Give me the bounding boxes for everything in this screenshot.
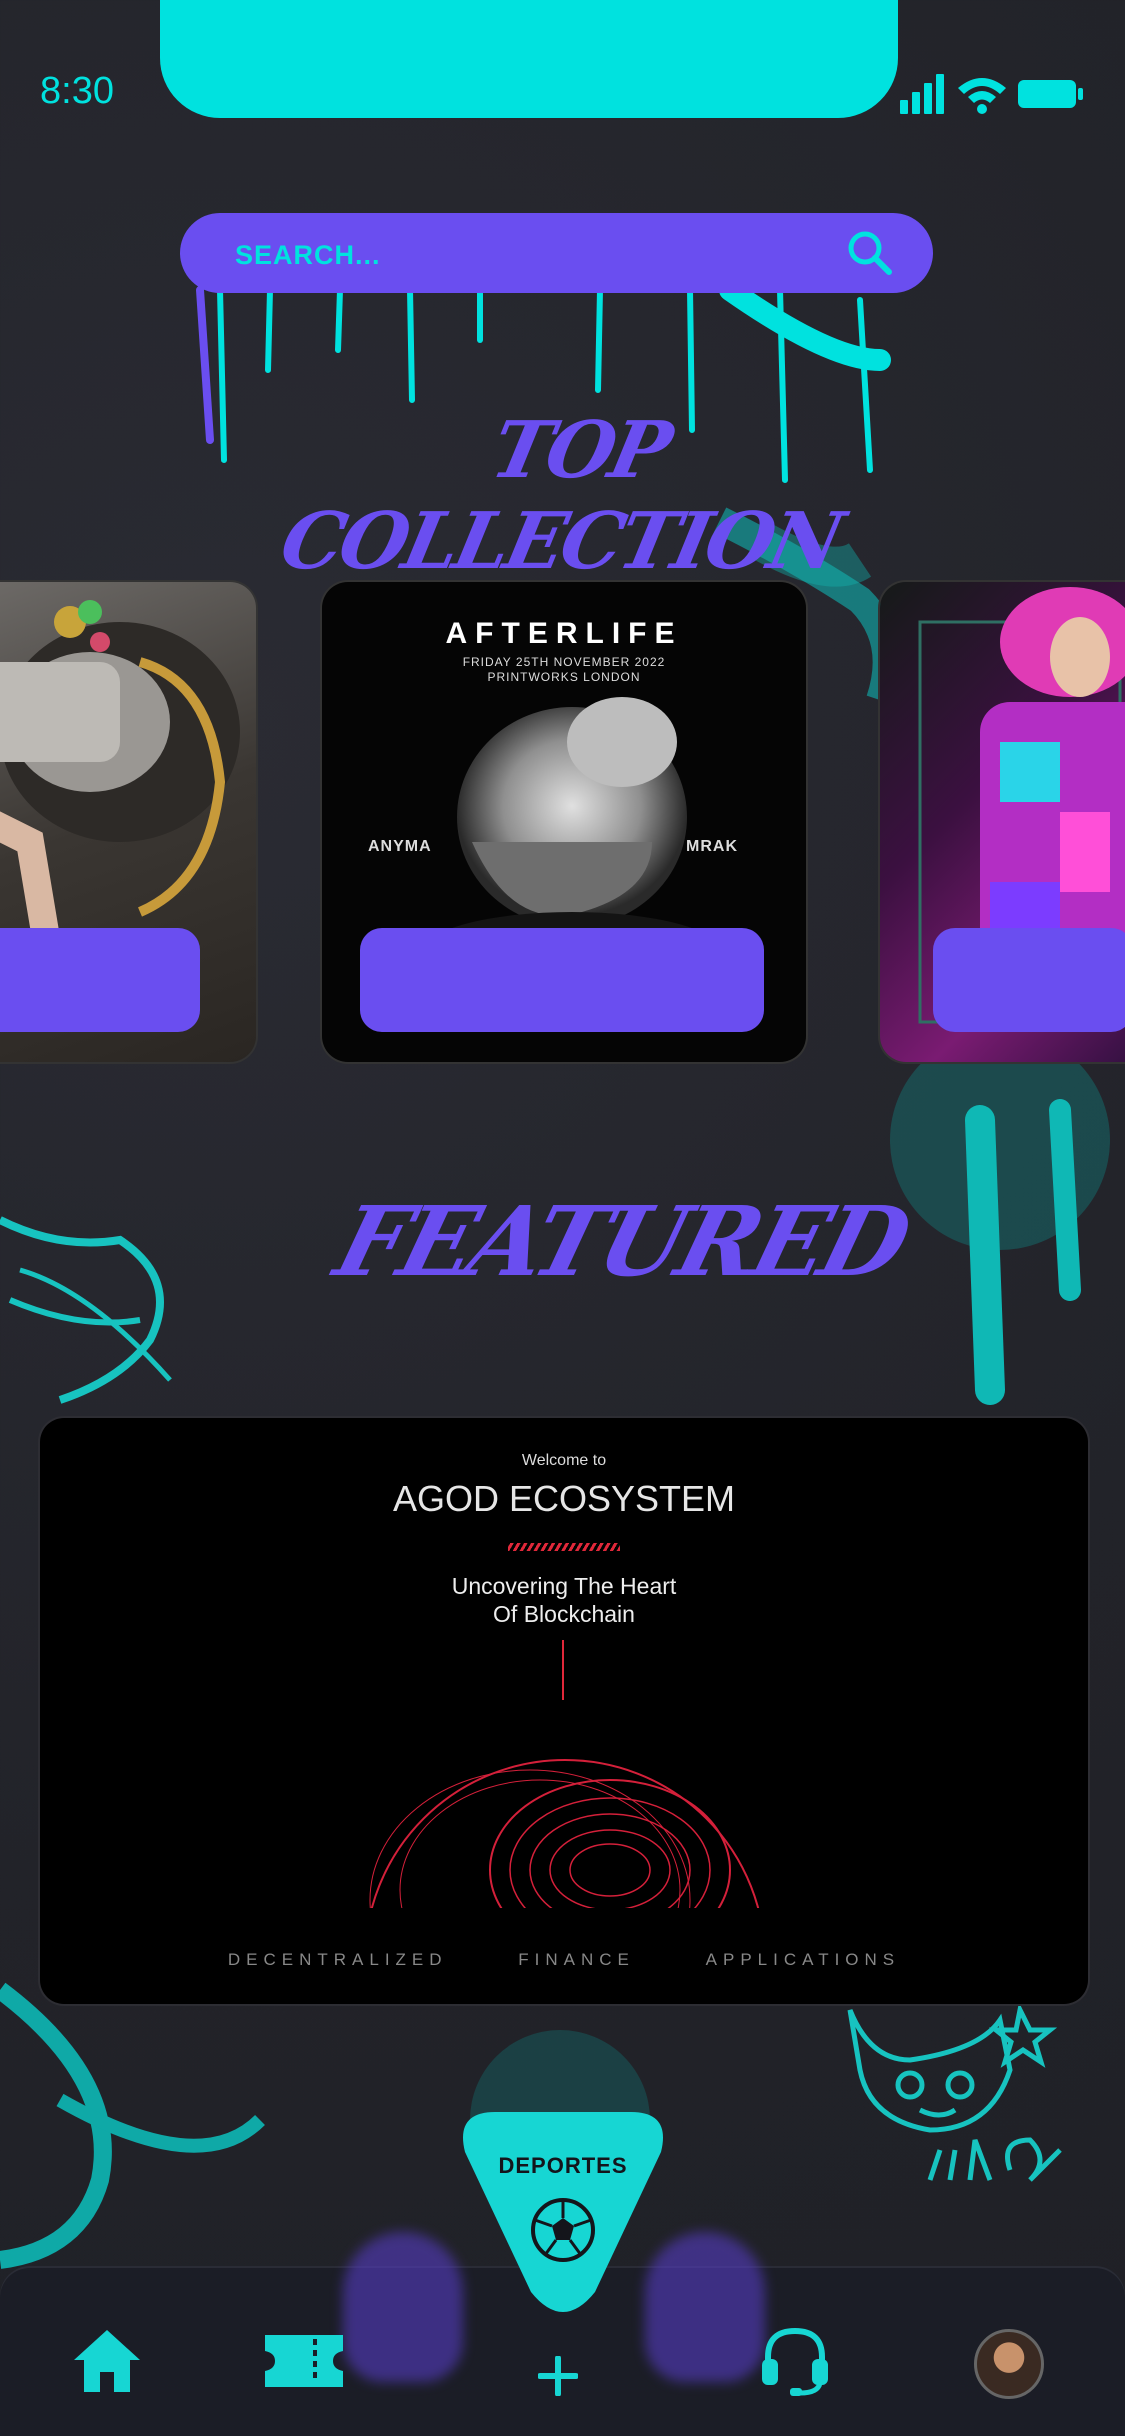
afterlife-artist-right: MRAK bbox=[686, 838, 738, 855]
banner-tagline: Uncovering The Heart Of Blockchain bbox=[451, 1573, 677, 1627]
banner-welcome: Welcome to bbox=[521, 1452, 607, 1469]
section-title-featured: FEATURED bbox=[324, 1185, 918, 1298]
home-icon[interactable] bbox=[72, 2328, 142, 2394]
search-icon[interactable] bbox=[845, 228, 895, 278]
banner-title: AGOD ECOSYSTEM bbox=[392, 1478, 736, 1519]
afterlife-subtitle: FRIDAY 25TH NOVEMBER 2022 PRINTWORKS LON… bbox=[462, 655, 666, 684]
status-icons bbox=[900, 74, 1083, 114]
banner-keywords: DECENTRALIZED FINANCE APPLICATIONS bbox=[40, 1950, 1088, 1970]
collection-card-center-button[interactable] bbox=[360, 928, 764, 1032]
deportes-label: DEPORTES bbox=[498, 2153, 628, 2178]
banner-keyword: DECENTRALIZED bbox=[227, 1950, 448, 1969]
deportes-fab[interactable] bbox=[455, 2112, 671, 2312]
search-placeholder: SEARCH... bbox=[235, 240, 381, 270]
wifi-icon bbox=[958, 78, 1006, 114]
battery-icon bbox=[1018, 80, 1083, 108]
status-time: 8:30 bbox=[40, 70, 114, 112]
red-planet-art bbox=[360, 1640, 760, 1910]
collection-card-left-button[interactable] bbox=[0, 928, 200, 1032]
plus-icon[interactable] bbox=[538, 2356, 578, 2396]
afterlife-title: AFTERLIFE bbox=[445, 617, 683, 650]
headset-icon[interactable] bbox=[760, 2325, 830, 2397]
section-title-top-collection: TOP COLLECTION bbox=[273, 405, 848, 587]
status-notch bbox=[160, 0, 898, 118]
afterlife-artist-left: ANYMA bbox=[368, 838, 432, 855]
banner-keyword: APPLICATIONS bbox=[705, 1950, 901, 1969]
signal-icon bbox=[900, 74, 944, 114]
ticket-icon[interactable] bbox=[265, 2335, 343, 2387]
banner-divider bbox=[508, 1543, 620, 1551]
collection-card-right-button[interactable] bbox=[933, 928, 1125, 1032]
tab-glow-left bbox=[343, 2232, 463, 2382]
banner-keyword: FINANCE bbox=[518, 1950, 635, 1969]
avatar[interactable] bbox=[974, 2329, 1044, 2399]
